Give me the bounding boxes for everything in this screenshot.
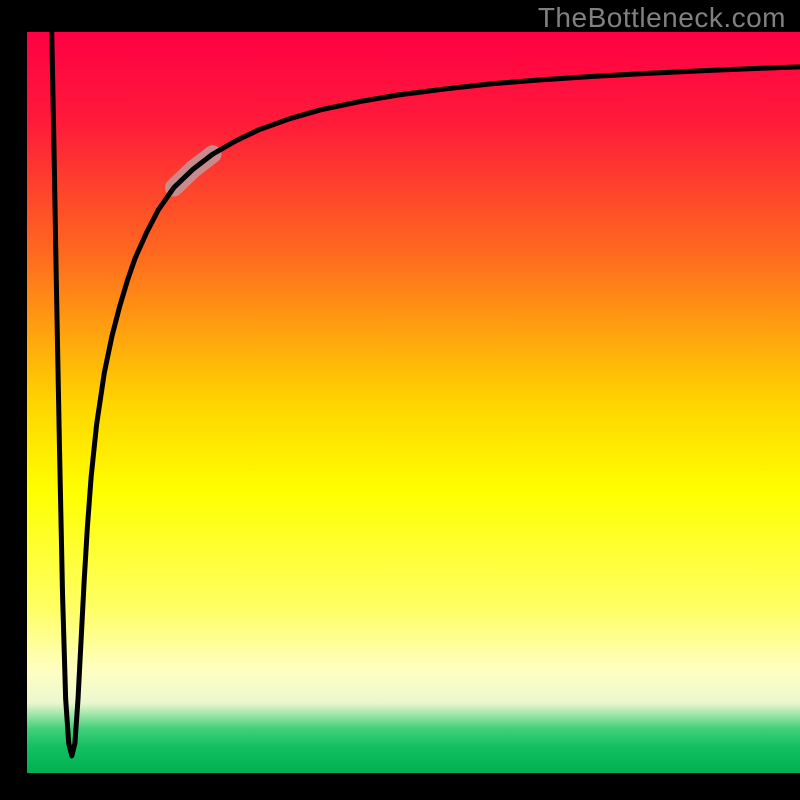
watermark-text: TheBottleneck.com — [538, 2, 786, 34]
bottleneck-chart — [0, 0, 800, 800]
plot-area — [27, 32, 800, 773]
chart-container: TheBottleneck.com — [0, 0, 800, 800]
